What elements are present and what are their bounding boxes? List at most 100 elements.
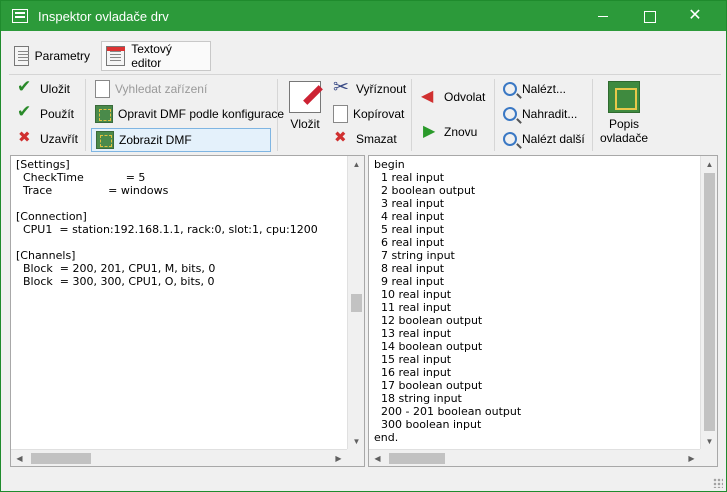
driver-description-button[interactable]: Popis ovladače (599, 81, 649, 145)
dmf-line: 16 real input (374, 366, 452, 379)
close-button[interactable]: Uzavřít (13, 127, 78, 151)
paste-button[interactable]: Vložit (285, 81, 325, 131)
apply-button[interactable]: Použít (13, 102, 74, 126)
dmf-line: 2 boolean output (374, 184, 476, 197)
scroll-left-icon[interactable]: ◀ (11, 450, 28, 467)
dmf-line: 10 real input (374, 288, 452, 301)
scroll-corner (347, 449, 364, 466)
config-line: CPU1 = station:192.168.1.1, rack:0, slot… (16, 223, 318, 236)
dmf-viewer[interactable]: begin 1 real input 2 boolean output 3 re… (368, 155, 718, 467)
ribbon-toolbar: Uložit Použít Uzavřít Vyhledat zařízení … (9, 74, 721, 154)
dmf-fix-icon (95, 105, 113, 123)
dmf-line: 300 boolean input (374, 418, 482, 431)
scroll-up-icon[interactable]: ▲ (348, 156, 365, 173)
app-window: Inspektor ovladače drv ✕ Parametry Texto… (0, 0, 727, 492)
dmf-icon (96, 131, 114, 149)
copy-button[interactable]: Kopírovat (329, 102, 404, 126)
dmf-line: 3 real input (374, 197, 445, 210)
resize-grip-icon[interactable] (713, 478, 723, 488)
separator (277, 79, 278, 151)
redo-icon (421, 121, 439, 141)
vertical-scrollbar[interactable]: ▲ ▼ (347, 156, 364, 450)
find-devices-label: Vyhledat zařízení (115, 82, 208, 96)
scroll-thumb[interactable] (389, 453, 445, 464)
tab-strip: Parametry Textový editor (9, 41, 721, 71)
magnifier-icon (503, 82, 517, 96)
fix-dmf-button[interactable]: Opravit DMF podle konfigurace (91, 102, 284, 126)
find-next-icon (503, 132, 517, 146)
paste-label: Vložit (290, 117, 320, 131)
replace-icon (503, 107, 517, 121)
undo-button[interactable]: Odvolat (417, 85, 485, 109)
scroll-left-icon[interactable]: ◀ (369, 450, 386, 467)
device-search-icon (95, 80, 110, 98)
tab-label: Textový editor (131, 42, 172, 70)
dmf-line: 7 string input (374, 249, 455, 262)
copy-label: Kopírovat (353, 107, 405, 121)
horizontal-scrollbar[interactable]: ◀ ▶ (369, 449, 700, 466)
config-line: Block = 300, 300, CPU1, O, bits, 0 (16, 275, 215, 288)
scroll-right-icon[interactable]: ▶ (330, 450, 347, 467)
horizontal-scrollbar[interactable]: ◀ ▶ (11, 449, 347, 466)
dmf-line: 13 real input (374, 327, 452, 340)
cut-button[interactable]: Vyříznout (329, 76, 407, 101)
scroll-thumb[interactable] (351, 294, 362, 312)
copy-icon (333, 105, 348, 123)
find-next-button[interactable]: Nalézt další (499, 127, 585, 151)
configuration-text[interactable]: [Settings] CheckTime = 5 Trace = windows… (16, 158, 318, 288)
find-label: Nalézt... (522, 82, 567, 96)
check-icon (17, 102, 35, 123)
dmf-text[interactable]: begin 1 real input 2 boolean output 3 re… (374, 158, 521, 444)
close-window-button[interactable]: ✕ (672, 1, 718, 31)
config-line: Trace = windows (16, 184, 169, 197)
vertical-scrollbar[interactable]: ▲ ▼ (700, 156, 717, 450)
dmf-line: 4 real input (374, 210, 445, 223)
dmf-line: 1 real input (374, 171, 445, 184)
text-editor-icon (106, 46, 126, 66)
scroll-thumb[interactable] (31, 453, 91, 464)
delete-button[interactable]: Smazat (329, 127, 397, 151)
undo-icon (421, 86, 439, 106)
config-line (16, 197, 318, 210)
dmf-line: begin (374, 158, 405, 171)
minimize-button[interactable] (580, 1, 626, 31)
config-line: [Channels] (16, 249, 76, 262)
paste-icon (289, 81, 321, 113)
scroll-down-icon[interactable]: ▼ (701, 433, 718, 450)
replace-button[interactable]: Nahradit... (499, 102, 577, 126)
show-dmf-label: Zobrazit DMF (119, 133, 192, 147)
title-bar[interactable]: Inspektor ovladače drv ✕ (1, 1, 726, 31)
apply-label: Použít (40, 107, 75, 121)
dmf-line: 18 string input (374, 392, 462, 405)
find-devices-button[interactable]: Vyhledat zařízení (91, 77, 207, 101)
scroll-up-icon[interactable]: ▲ (701, 156, 718, 173)
save-button[interactable]: Uložit (13, 77, 70, 101)
dmf-line: 8 real input (374, 262, 445, 275)
scroll-thumb[interactable] (704, 173, 715, 431)
tab-label: Parametry (34, 49, 90, 63)
driver-desc-label-1: Popis (608, 117, 640, 131)
tab-parametry[interactable]: Parametry (9, 41, 99, 71)
undo-label: Odvolat (444, 90, 486, 104)
tab-text-editor[interactable]: Textový editor (101, 41, 211, 71)
cut-label: Vyříznout (356, 82, 407, 96)
configuration-editor[interactable]: [Settings] CheckTime = 5 Trace = windows… (10, 155, 365, 467)
config-line: [Settings] (16, 158, 70, 171)
scroll-down-icon[interactable]: ▼ (348, 433, 365, 450)
parameters-icon (14, 46, 29, 66)
dmf-line: end. (374, 431, 399, 444)
show-dmf-button[interactable]: Zobrazit DMF (91, 128, 271, 152)
separator (411, 79, 412, 151)
config-line: [Connection] (16, 210, 87, 223)
delete-label: Smazat (356, 132, 397, 146)
find-button[interactable]: Nalézt... (499, 77, 566, 101)
find-next-label: Nalézt další (522, 132, 585, 146)
redo-button[interactable]: Znovu (417, 120, 477, 144)
dmf-line: 12 boolean output (374, 314, 483, 327)
maximize-button[interactable] (626, 1, 672, 31)
delete-icon (333, 128, 351, 148)
scissors-icon (333, 76, 351, 99)
scroll-right-icon[interactable]: ▶ (683, 450, 700, 467)
separator (494, 79, 495, 151)
config-line (16, 236, 318, 249)
